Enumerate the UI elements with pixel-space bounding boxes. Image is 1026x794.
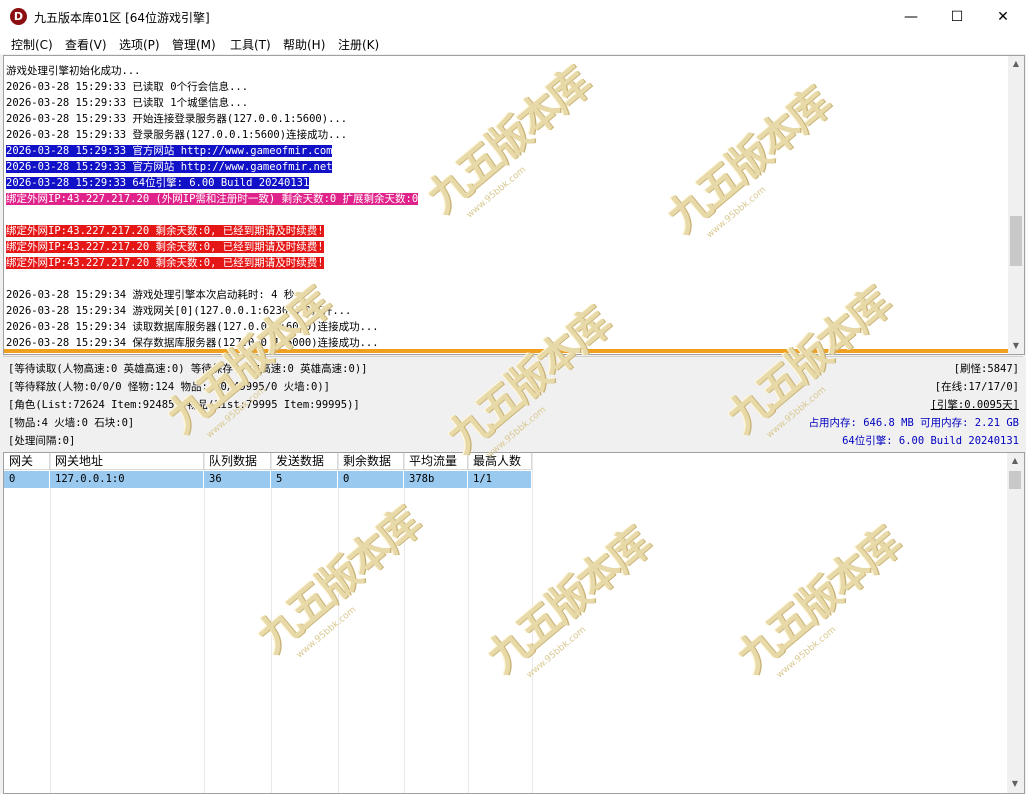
log-line: 2026-03-28 15:29:33 开始连接登录服务器(127.0.0.1:… — [6, 112, 347, 127]
cell-queue-data: 36 — [204, 471, 271, 488]
status-interval: [处理间隔:0] — [8, 435, 76, 447]
status-wait-release: [等待释放(人物:0/0/0 怪物:124 物品:170/49995/0 火墙:… — [8, 381, 330, 393]
col-max-users[interactable]: 最高人数 — [468, 453, 532, 470]
log-line-text: 绑定外网IP:43.227.217.20 剩余天数:0, 已经到期请及时续费! — [6, 257, 324, 269]
status-refresh: [刷怪:5847] — [953, 363, 1019, 375]
log-line: 2026-03-28 15:29:33 64位引擎: 6.00 Build 20… — [6, 176, 310, 191]
grid-column-line — [204, 453, 272, 793]
menu-tools[interactable]: 工具(T) — [230, 36, 271, 53]
minimize-button[interactable]: — — [888, 0, 934, 34]
status-items: [物品:4 火墙:0 石块:0] — [8, 417, 135, 429]
log-line: 绑定外网IP:43.227.217.20 剩余天数:0, 已经到期请及时续费! — [6, 240, 324, 255]
log-line-text: 绑定外网IP:43.227.217.20 (外网IP需和注册时一致) 剩余天数:… — [6, 193, 419, 205]
col-queue-data[interactable]: 队列数据 — [204, 453, 271, 470]
log-line: 2026-03-28 15:29:33 已读取 1个城堡信息... — [6, 96, 248, 111]
log-line: 2026-03-28 15:29:33 官方网站 http://www.game… — [6, 160, 333, 175]
menu-view[interactable]: 查看(V) — [65, 36, 107, 53]
grid-column-line — [50, 453, 205, 793]
log-line-text: 2026-03-28 15:29:33 64位引擎: 6.00 Build 20… — [6, 177, 310, 189]
cell-gateway: 0 — [4, 471, 50, 488]
log-line: 2026-03-28 15:29:33 官方网站 http://www.game… — [6, 144, 333, 159]
grid-column-line — [271, 453, 339, 793]
status-wait-read: [等待读取(人物高速:0 英雄高速:0) 等待保存(人物高速:0 英雄高速:0)… — [8, 363, 368, 375]
log-line: 游戏处理引擎初始化成功... — [6, 64, 140, 79]
log-line: 绑定外网IP:43.227.217.20 剩余天数:0, 已经到期请及时续费! — [6, 224, 324, 239]
log-line-text: 2026-03-28 15:29:34 游戏网关[0](127.0.0.1:62… — [6, 305, 352, 317]
log-line-text: 游戏处理引擎初始化成功... — [6, 65, 141, 77]
log-partial-line — [4, 349, 1008, 353]
cell-max-users: 1/1 — [468, 471, 532, 488]
grid-column-line — [338, 453, 405, 793]
grid-column-line — [4, 453, 51, 793]
menu-register[interactable]: 注册(K) — [338, 36, 379, 53]
cell-remaining-data: 0 — [338, 471, 404, 488]
col-avg-traffic[interactable]: 平均流量 — [404, 453, 468, 470]
log-line-text: 2026-03-28 15:29:33 登录服务器(127.0.0.1:5600… — [6, 129, 348, 141]
status-memory: 占用内存: 646.8 MB 可用内存: 2.21 GB — [808, 417, 1019, 429]
status-engine-days[interactable]: [引擎:0.0095天] — [931, 397, 1019, 413]
log-line-text: 2026-03-28 15:29:33 已读取 0个行会信息... — [6, 81, 249, 93]
status-online: [在线:17/17/0] — [934, 381, 1019, 393]
log-line-text: 2026-03-28 15:29:34 保存数据库服务器(127.0.0.1:6… — [6, 337, 379, 349]
cell-gateway-address: 127.0.0.1:0 — [50, 471, 204, 488]
log-line: 2026-03-28 15:29:33 已读取 0个行会信息... — [6, 80, 248, 95]
log-line-text: 绑定外网IP:43.227.217.20 剩余天数:0, 已经到期请及时续费! — [6, 241, 324, 253]
log-line-text: 2026-03-28 15:29:33 官方网站 http://www.game… — [6, 161, 333, 173]
title-bar: D 九五版本库01区 [64位游戏引擎] — ☐ ✕ — [0, 0, 1026, 34]
log-line: 绑定外网IP:43.227.217.20 剩余天数:0, 已经到期请及时续费! — [6, 256, 324, 271]
scroll-down-arrow-icon[interactable]: ▼ — [1008, 338, 1024, 354]
log-line: 2026-03-28 15:29:34 读取数据库服务器(127.0.0.1:6… — [6, 320, 379, 335]
log-line-text: 绑定外网IP:43.227.217.20 剩余天数:0, 已经到期请及时续费! — [6, 225, 324, 237]
status-build: 64位引擎: 6.00 Build 20240131 — [842, 435, 1019, 447]
log-panel[interactable]: 游戏处理引擎初始化成功... 2026-03-28 15:29:33 已读取 0个… — [3, 55, 1025, 355]
cell-send-data: 5 — [271, 471, 338, 488]
col-send-data[interactable]: 发送数据 — [271, 453, 338, 470]
gateway-table: 网关 网关地址 队列数据 发送数据 剩余数据 平均流量 最高人数 0 127.0… — [3, 452, 1025, 794]
scroll-up-arrow-icon[interactable]: ▲ — [1008, 56, 1024, 72]
window-title: 九五版本库01区 [64位游戏引擎] — [34, 11, 210, 25]
menu-bar: 控制(C) 查看(V) 选项(P) 管理(M) 工具(T) 帮助(H) 注册(K… — [0, 34, 1026, 54]
scroll-up-arrow-icon[interactable]: ▲ — [1007, 453, 1023, 469]
scroll-down-arrow-icon[interactable]: ▼ — [1007, 776, 1023, 792]
log-line: 2026-03-28 15:29:34 游戏网关[0](127.0.0.1:62… — [6, 304, 351, 319]
menu-options[interactable]: 选项(P) — [119, 36, 160, 53]
close-button[interactable]: ✕ — [980, 0, 1026, 34]
menu-manage[interactable]: 管理(M) — [172, 36, 216, 53]
status-panel: [等待读取(人物高速:0 英雄高速:0) 等待保存(人物高速:0 英雄高速:0)… — [3, 356, 1023, 451]
menu-help[interactable]: 帮助(H) — [283, 36, 325, 53]
table-row[interactable]: 0 127.0.0.1:0 36 5 0 378b 1/1 — [4, 471, 532, 488]
log-line-text: 2026-03-28 15:29:34 游戏处理引擎本次启动耗时: 4 秒 — [6, 289, 295, 301]
cell-avg-traffic: 378b — [404, 471, 468, 488]
table-scrollbar[interactable]: ▲ ▼ — [1007, 453, 1024, 793]
col-remaining-data[interactable]: 剩余数据 — [338, 453, 404, 470]
col-gateway-address[interactable]: 网关地址 — [50, 453, 204, 470]
log-line-text: 2026-03-28 15:29:33 官方网站 http://www.game… — [6, 145, 333, 157]
scroll-thumb[interactable] — [1009, 471, 1021, 489]
log-scrollbar[interactable]: ▲ ▼ — [1008, 56, 1024, 354]
grid-column-line — [404, 453, 469, 793]
maximize-button[interactable]: ☐ — [934, 0, 980, 34]
scroll-thumb[interactable] — [1010, 216, 1022, 266]
log-line: 绑定外网IP:43.227.217.20 (外网IP需和注册时一致) 剩余天数:… — [6, 192, 419, 207]
log-line-text: 2026-03-28 15:29:33 开始连接登录服务器(127.0.0.1:… — [6, 113, 348, 125]
col-gateway[interactable]: 网关 — [4, 453, 50, 470]
log-line: 2026-03-28 15:29:34 游戏处理引擎本次启动耗时: 4 秒 — [6, 288, 294, 303]
log-line: 2026-03-28 15:29:33 登录服务器(127.0.0.1:5600… — [6, 128, 347, 143]
log-line-text: 2026-03-28 15:29:33 已读取 1个城堡信息... — [6, 97, 249, 109]
grid-column-line — [468, 453, 533, 793]
app-icon[interactable]: D — [10, 8, 27, 25]
log-line-text: 2026-03-28 15:29:34 读取数据库服务器(127.0.0.1:6… — [6, 321, 379, 333]
menu-control[interactable]: 控制(C) — [11, 36, 53, 53]
status-roles: [角色(List:72624 Item:92485) 物品(List:79995… — [8, 399, 360, 411]
